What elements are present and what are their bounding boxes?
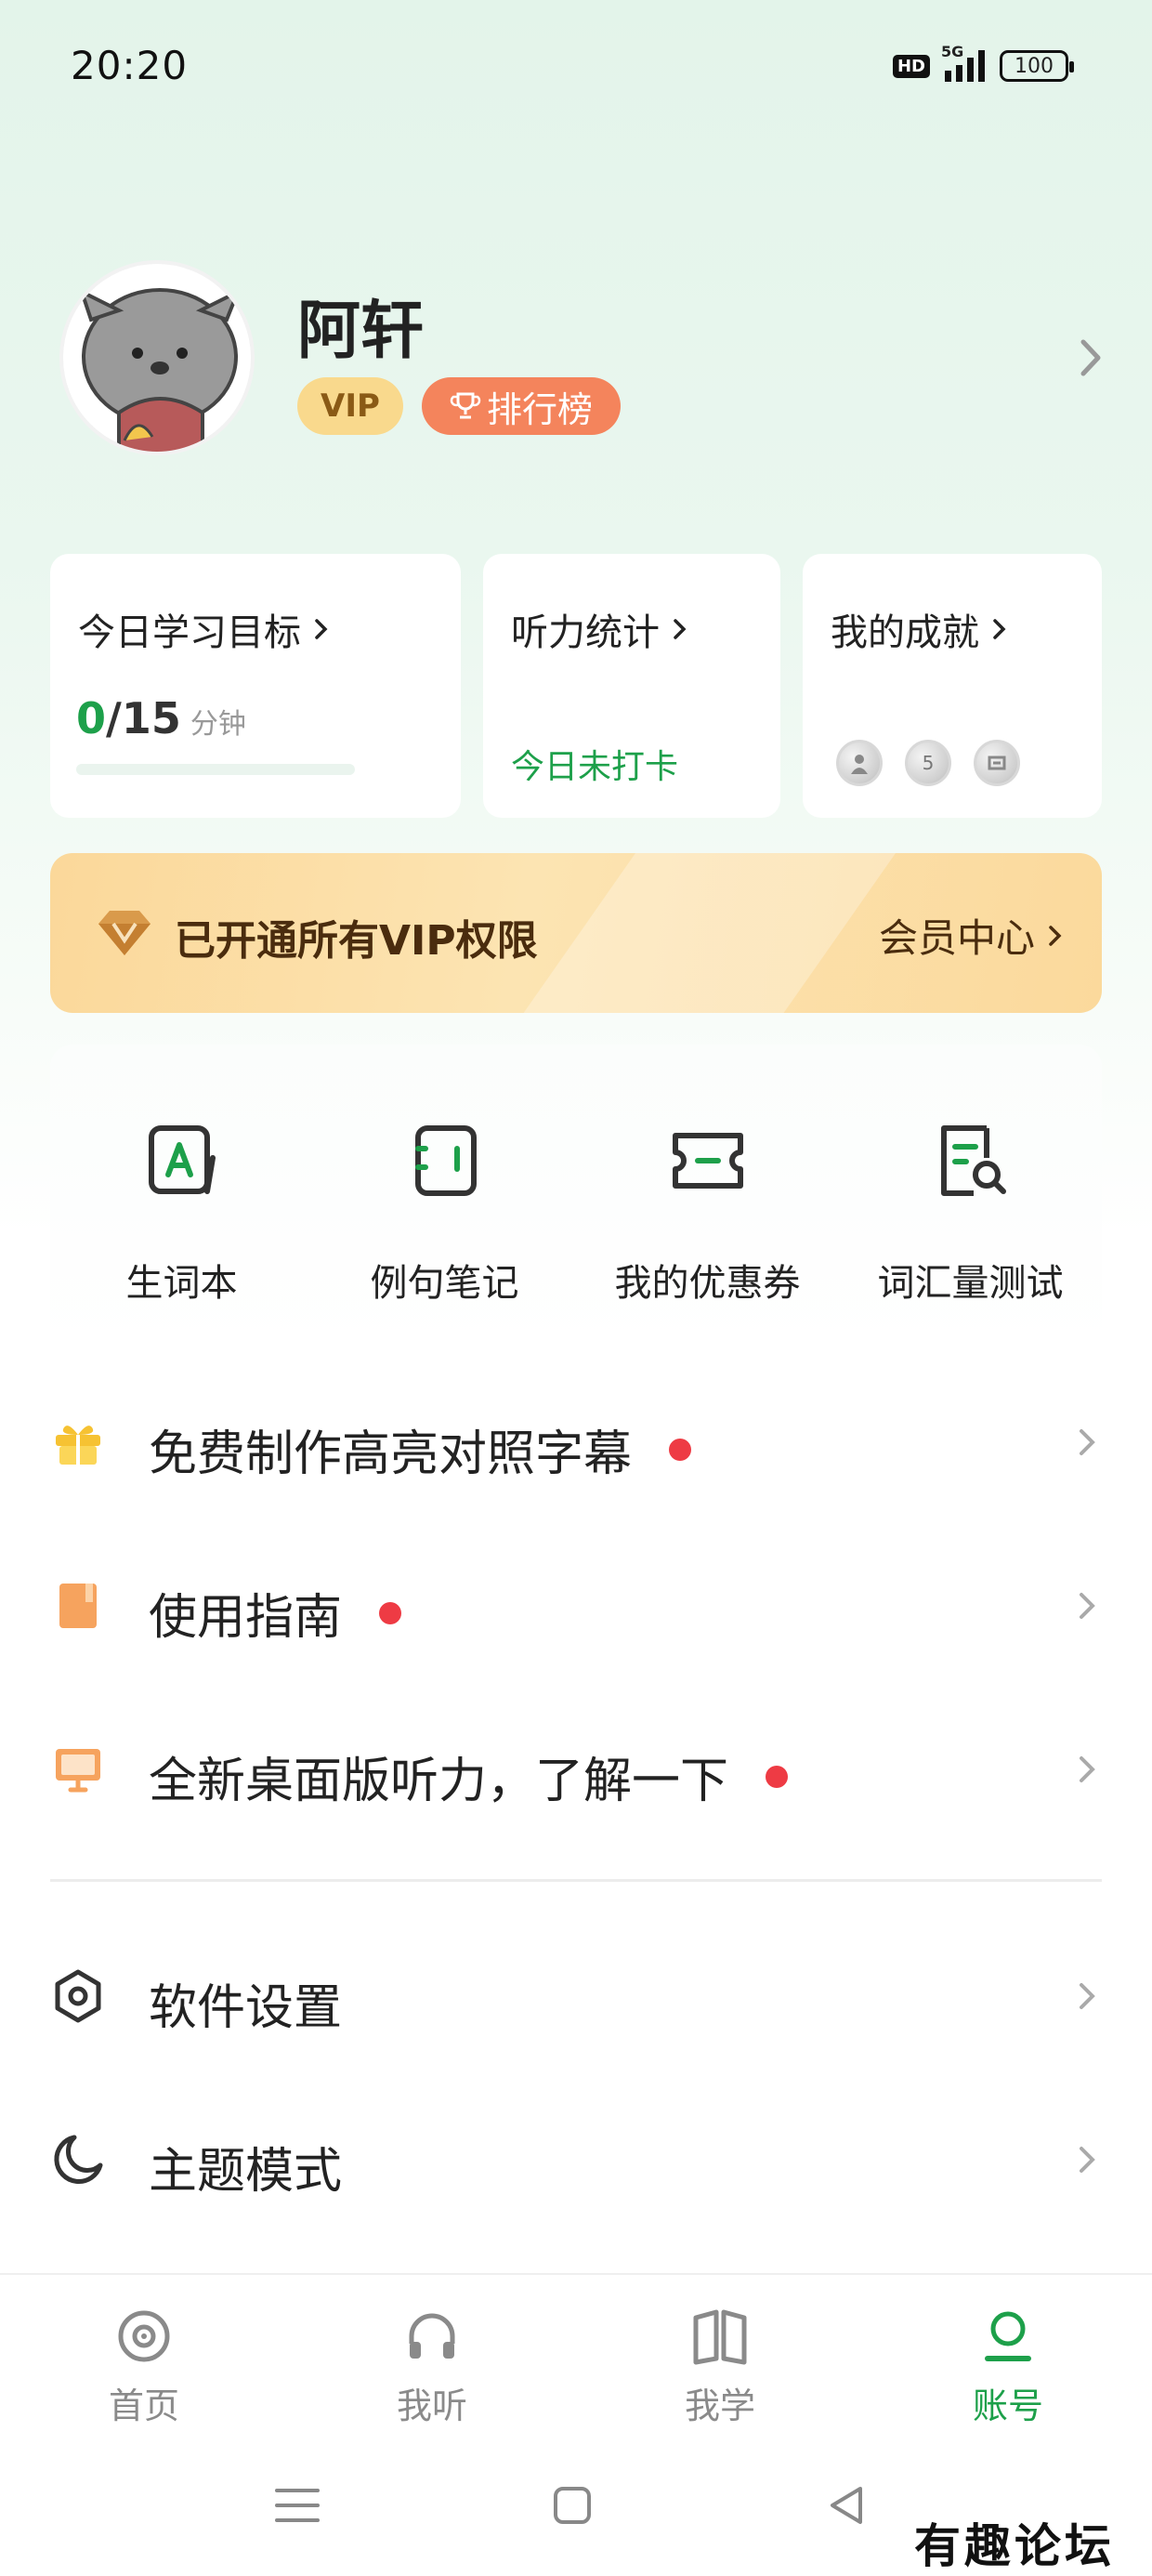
avatar[interactable] <box>59 260 255 455</box>
notification-dot <box>766 1765 789 1788</box>
coupon-icon <box>672 1133 743 1189</box>
watermark: 有趣论坛 <box>914 2518 1115 2573</box>
menu-item-label: 免费制作高亮对照字幕 <box>149 1426 633 1482</box>
member-center-link[interactable]: 会员中心 <box>879 907 1063 964</box>
menu-item-theme[interactable]: 主题模式 <box>0 2093 1152 2223</box>
vip-status-text: 已开通所有VIP权限 <box>175 917 538 965</box>
menu-item-label: 主题模式 <box>149 2144 343 2200</box>
achievements-title: 我的成就 <box>831 611 979 654</box>
nav-label: 我学 <box>684 2385 755 2426</box>
username: 阿轩 <box>297 295 425 368</box>
vocab-test-button[interactable]: 词汇量测试 <box>839 1121 1102 1307</box>
chevron-right-icon <box>1080 1756 1095 1782</box>
tool-label: 例句笔记 <box>370 1262 519 1305</box>
sentence-note-button[interactable]: 例句笔记 <box>313 1121 576 1307</box>
nav-home[interactable]: 首页 <box>0 2307 288 2428</box>
menu-item-label: 全新桌面版听力，了解一下 <box>149 1754 729 1809</box>
headphones-icon <box>409 2313 455 2359</box>
medal-list: 5 <box>836 740 1020 786</box>
study-goal-title: 今日学习目标 <box>78 611 301 654</box>
gift-icon <box>56 1426 100 1465</box>
chevron-right-icon <box>315 619 328 639</box>
chevron-right-icon <box>1080 1593 1095 1619</box>
menu-item-settings[interactable]: 软件设置 <box>0 1929 1152 2059</box>
leaderboard-label: 排行榜 <box>486 388 593 430</box>
bottom-nav: 首页 我听 我学 账号 <box>0 2273 1152 2431</box>
listening-stats-title: 听力统计 <box>511 611 660 654</box>
chevron-right-icon <box>1049 925 1062 946</box>
medal-icon <box>836 740 883 786</box>
vip-badge[interactable]: VIP <box>297 377 403 435</box>
chevron-right-icon <box>993 619 1006 639</box>
chevron-right-icon <box>674 619 687 639</box>
study-goal-value: 0 /15 分钟 <box>76 693 246 743</box>
book-icon <box>59 1584 97 1628</box>
achievements-card[interactable]: 我的成就 5 <box>803 554 1102 818</box>
moon-icon <box>54 2135 103 2184</box>
profile-header[interactable]: 阿轩 VIP 排行榜 <box>59 260 1109 455</box>
status-time: 20:20 <box>71 43 189 88</box>
nav-learn[interactable]: 我学 <box>576 2307 864 2428</box>
medal-icon: 5 <box>905 740 951 786</box>
nav-label: 账号 <box>972 2385 1043 2426</box>
trophy-icon <box>450 392 481 419</box>
vocab-book-button[interactable]: 生词本 <box>50 1121 313 1307</box>
tool-label: 词汇量测试 <box>877 1262 1064 1305</box>
battery-icon: 100 <box>1000 50 1074 82</box>
study-goal-progress <box>76 764 355 775</box>
sentence-note-icon <box>414 1125 477 1196</box>
chevron-right-icon <box>1080 339 1101 376</box>
back-icon[interactable] <box>819 2477 875 2533</box>
vocab-book-icon <box>148 1125 216 1194</box>
medal-icon <box>974 740 1020 786</box>
coupon-button[interactable]: 我的优惠券 <box>576 1121 839 1307</box>
menu-item-label: 软件设置 <box>149 1980 343 2036</box>
menu-icon[interactable] <box>269 2477 325 2533</box>
settings-icon <box>55 1969 101 2023</box>
checkin-status: 今日未打卡 <box>511 748 679 786</box>
nav-label: 首页 <box>108 2385 179 2426</box>
status-icons: HD 5G 100 <box>892 43 1074 82</box>
nav-listen[interactable]: 我听 <box>288 2307 576 2428</box>
menu-item-label: 使用指南 <box>149 1590 343 1646</box>
menu-item-guide[interactable]: 使用指南 <box>0 1539 1152 1669</box>
vocab-test-icon <box>940 1125 1006 1196</box>
listening-stats-card[interactable]: 听力统计 今日未打卡 <box>483 554 780 818</box>
monitor-icon <box>56 1749 100 1793</box>
menu-item-desktop[interactable]: 全新桌面版听力，了解一下 <box>0 1702 1152 1833</box>
home-disc-icon <box>118 2310 170 2362</box>
leaderboard-badge[interactable]: 排行榜 <box>422 377 621 435</box>
account-icon <box>985 2311 1031 2361</box>
notification-dot <box>669 1438 692 1461</box>
menu-item-subtitles[interactable]: 免费制作高亮对照字幕 <box>0 1375 1152 1505</box>
study-goal-card[interactable]: 今日学习目标 0 /15 分钟 <box>50 554 461 818</box>
nav-account[interactable]: 账号 <box>864 2307 1152 2428</box>
open-book-icon <box>693 2309 747 2365</box>
notification-dot <box>379 1601 402 1624</box>
vip-banner[interactable]: 已开通所有VIP权限 会员中心 <box>50 853 1102 1013</box>
signal-icon: 5G <box>941 43 985 82</box>
hd-icon: HD <box>892 54 930 78</box>
tool-label: 生词本 <box>125 1262 238 1305</box>
divider <box>50 1879 1102 1882</box>
diamond-icon <box>98 911 151 955</box>
chevron-right-icon <box>1080 1983 1095 2009</box>
chevron-right-icon <box>1080 2147 1095 2173</box>
status-bar: 20:20 HD 5G 100 <box>0 0 1152 139</box>
tools-grid: 生词本 例句笔记 我的优惠券 词汇量测试 <box>50 1045 1102 1351</box>
tool-label: 我的优惠券 <box>614 1262 801 1305</box>
nav-label: 我听 <box>396 2385 467 2426</box>
home-square-icon[interactable] <box>544 2477 600 2533</box>
chevron-right-icon <box>1080 1429 1095 1455</box>
